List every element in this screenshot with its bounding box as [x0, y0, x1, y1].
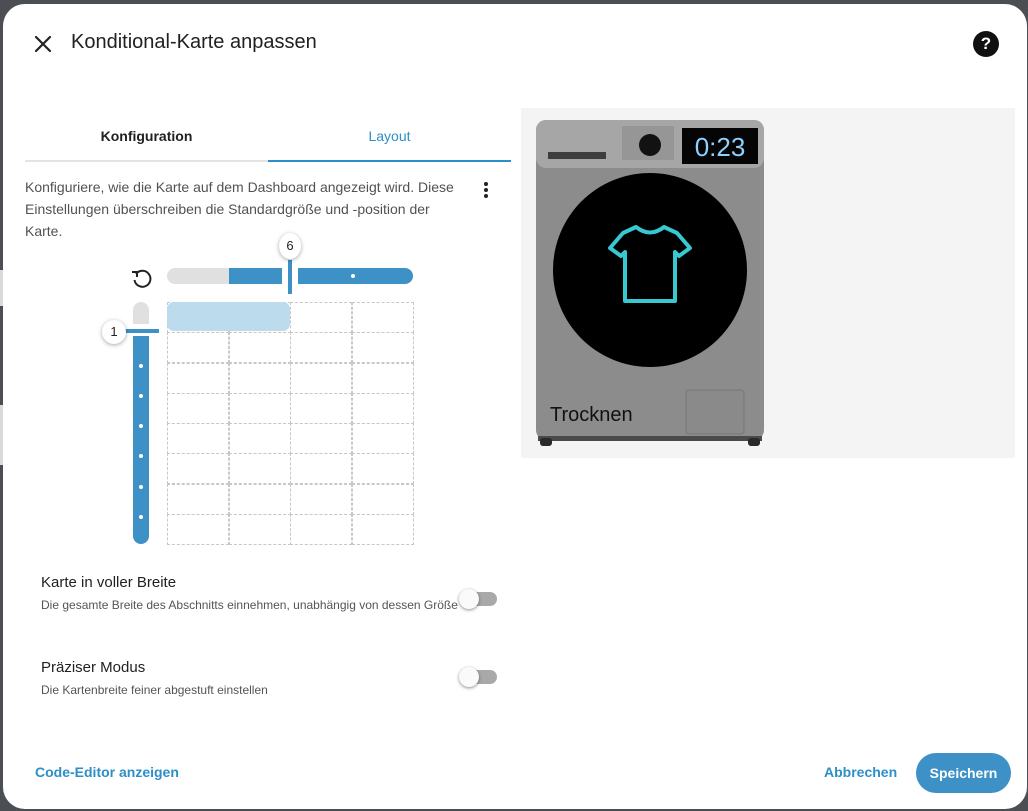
- precise-mode-toggle[interactable]: [459, 667, 497, 687]
- edit-card-dialog: Konditional-Karte anpassen ? Konfigurati…: [3, 4, 1027, 809]
- columns-slider-handle[interactable]: [288, 260, 292, 294]
- grid-cell: [167, 423, 229, 454]
- grid-cell: [167, 513, 229, 545]
- dialog-title: Konditional-Karte anpassen: [71, 31, 317, 53]
- close-button[interactable]: [29, 30, 57, 58]
- full-width-title: Karte in voller Breite: [41, 574, 177, 591]
- grid-cell: [290, 513, 352, 545]
- grid-cell: [290, 423, 352, 454]
- close-icon: [34, 35, 52, 53]
- layout-grid[interactable]: [167, 302, 414, 545]
- grid-cell: [351, 362, 414, 394]
- grid-cell: [167, 392, 229, 424]
- grid-cell: [290, 362, 352, 394]
- grid-cell: [351, 483, 414, 515]
- precise-mode-title: Präziser Modus: [41, 659, 146, 676]
- rows-value-label: 1: [102, 320, 126, 344]
- grid-cell: [351, 423, 414, 454]
- status-text: Trocknen: [550, 404, 633, 426]
- reset-layout-button[interactable]: [129, 266, 155, 292]
- grid-cell: [351, 513, 414, 545]
- rows-slider[interactable]: [133, 302, 149, 544]
- grid-cell: [167, 453, 229, 485]
- grid-cell: [228, 483, 291, 515]
- tab-bar: Konfiguration Layout: [25, 116, 511, 162]
- timer-display: 0:23: [695, 132, 746, 162]
- grid-cell: [228, 423, 291, 454]
- layout-description: Konfiguriere, wie die Karte auf dem Dash…: [25, 179, 454, 239]
- grid-cell: [167, 483, 229, 515]
- grid-cell: [290, 483, 352, 515]
- grid-cell: [167, 362, 229, 394]
- grid-cell: [351, 302, 414, 333]
- more-options-button[interactable]: [479, 180, 493, 204]
- restore-icon: [132, 269, 152, 288]
- grid-cell: [228, 392, 291, 424]
- code-editor-button[interactable]: Code-Editor anzeigen: [35, 764, 179, 780]
- grid-cell: [351, 332, 414, 364]
- grid-cell: [228, 513, 291, 545]
- tab-layout[interactable]: Layout: [268, 116, 511, 162]
- save-button[interactable]: Speichern: [916, 753, 1011, 793]
- precise-mode-subtitle: Die Kartenbreite feiner abgestuft einste…: [41, 683, 268, 697]
- full-width-toggle[interactable]: [459, 589, 497, 609]
- grid-cell: [290, 453, 352, 485]
- grid-cell: [167, 332, 229, 364]
- grid-cell: [351, 392, 414, 424]
- grid-cell: [290, 392, 352, 424]
- grid-cell: [228, 362, 291, 394]
- grid-cell: [351, 453, 414, 485]
- tab-konfiguration[interactable]: Konfiguration: [25, 116, 268, 162]
- grid-cell: [290, 332, 352, 364]
- grid-cell: [228, 453, 291, 485]
- full-width-subtitle: Die gesamte Breite des Abschnitts einneh…: [41, 598, 458, 612]
- cancel-button[interactable]: Abbrechen: [824, 764, 897, 780]
- dots-vertical-icon: [484, 182, 488, 186]
- washer-card-image: 0:23 Trocknen: [536, 120, 764, 446]
- help-button[interactable]: ?: [973, 31, 999, 57]
- columns-value-label: 6: [279, 233, 301, 259]
- grid-cell: [228, 332, 291, 364]
- card-size-preview: [167, 302, 290, 331]
- rows-slider-handle[interactable]: [125, 329, 159, 333]
- grid-cell: [290, 302, 352, 333]
- help-circle-icon: ?: [980, 34, 992, 53]
